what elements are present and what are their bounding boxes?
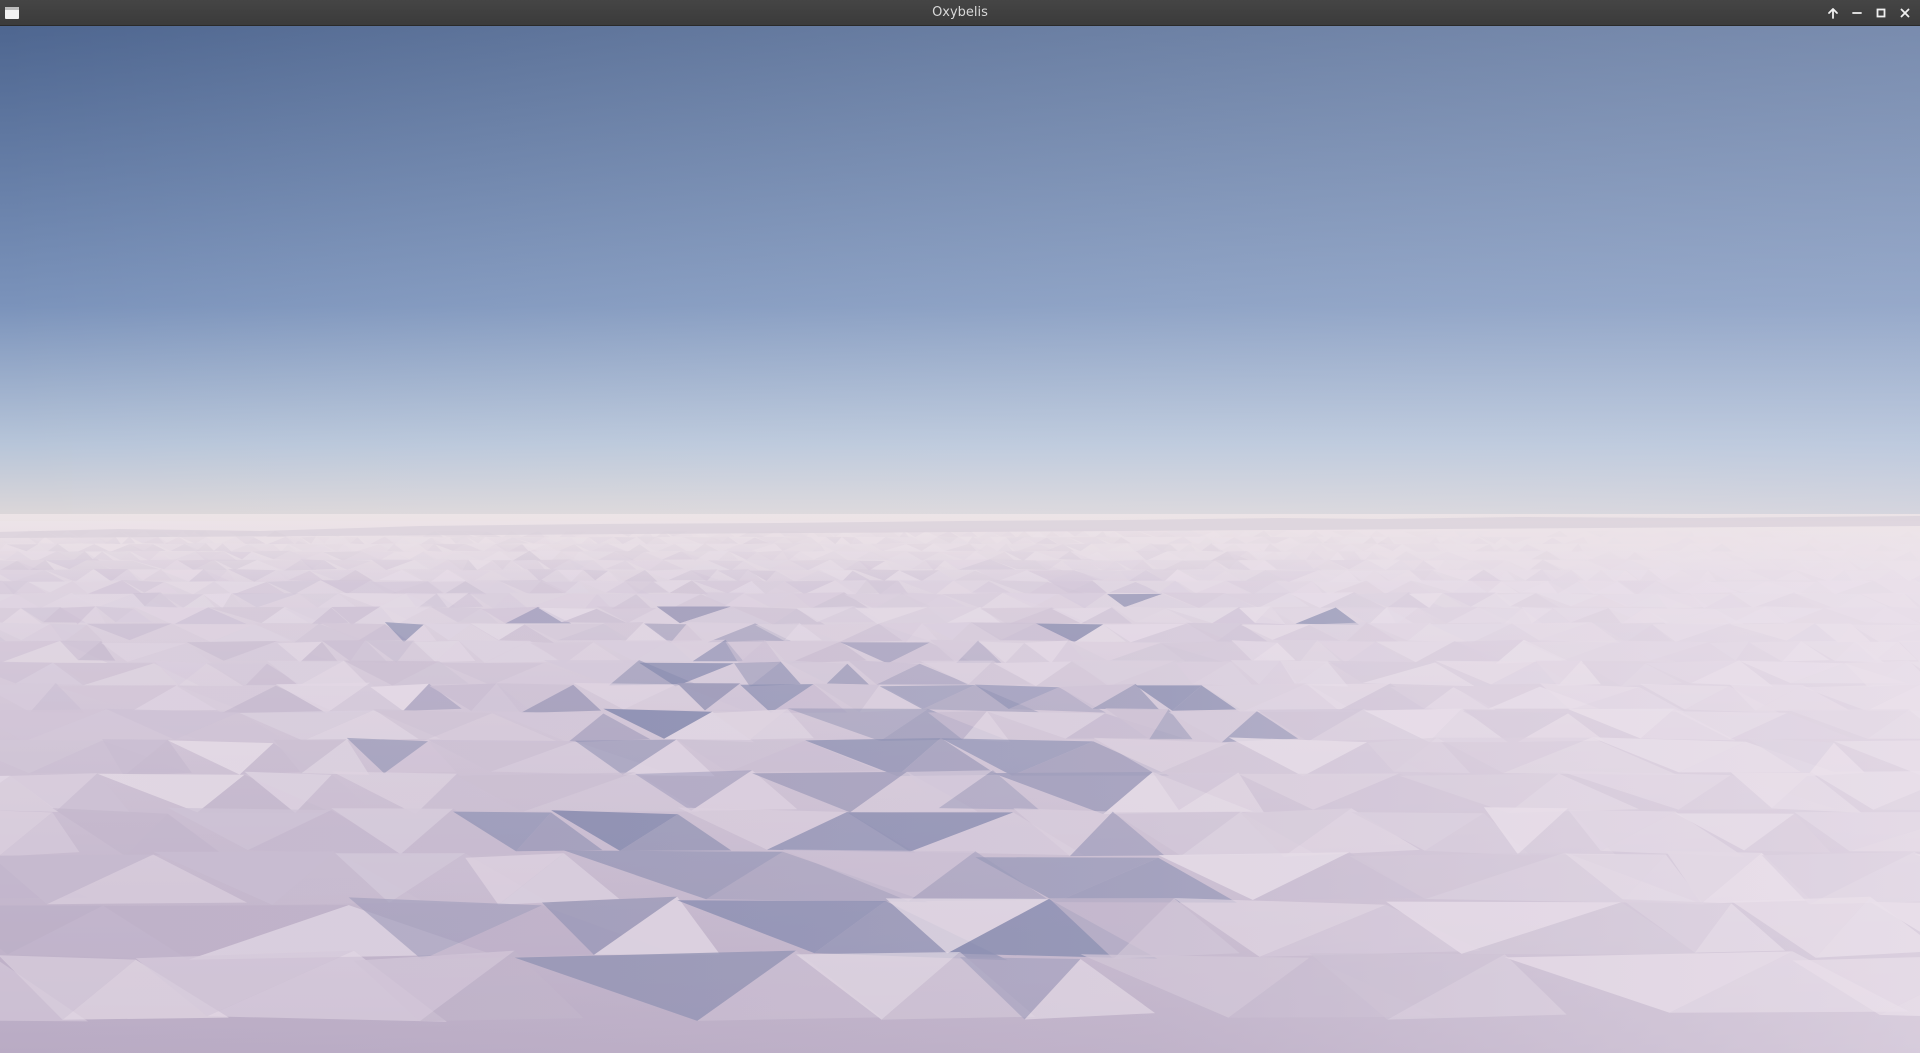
window-title: Oxybelis [932, 5, 988, 20]
minimize-button[interactable] [1848, 4, 1866, 22]
arrow-up-icon [1828, 8, 1838, 19]
sky-highlight [0, 26, 1920, 536]
minimize-icon [1852, 12, 1862, 14]
scene-canvas [0, 26, 1920, 1053]
close-button[interactable] [1896, 4, 1914, 22]
keep-above-button[interactable] [1824, 4, 1842, 22]
maximize-button[interactable] [1872, 4, 1890, 22]
title-bar[interactable]: Oxybelis [0, 0, 1920, 26]
window-controls [1824, 0, 1914, 26]
game-viewport[interactable] [0, 26, 1920, 1053]
maximize-icon [1876, 8, 1886, 18]
terrain-sidelight [0, 521, 1920, 1053]
close-icon [1900, 8, 1910, 18]
app-window: Oxybelis [0, 0, 1920, 1053]
